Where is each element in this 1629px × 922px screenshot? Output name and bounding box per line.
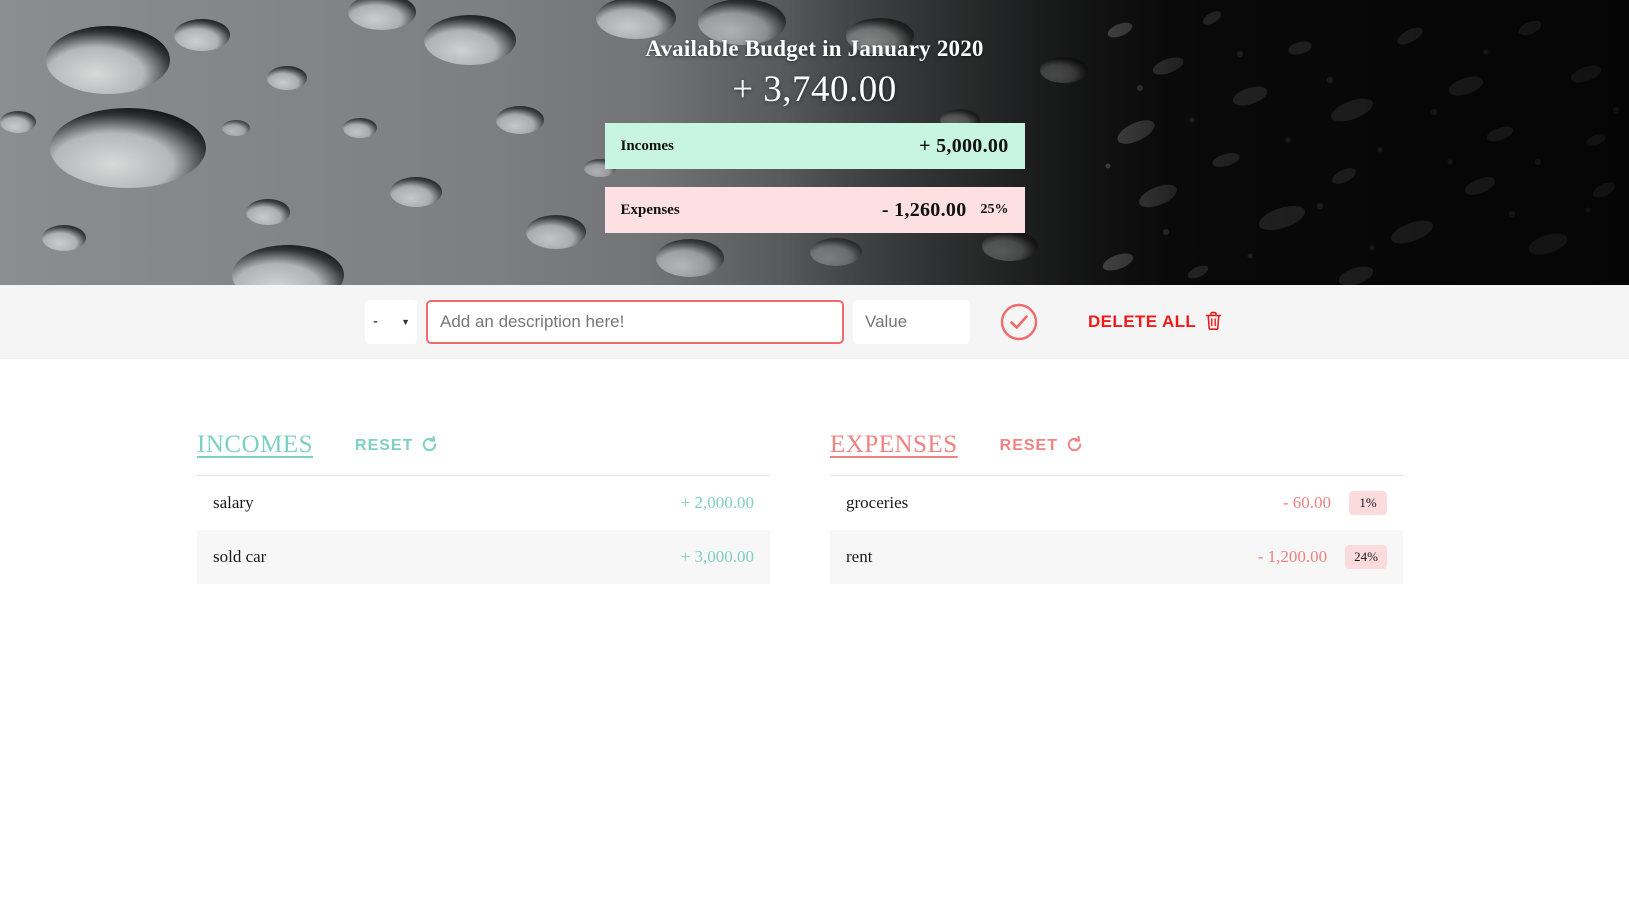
income-description: sold car [213, 547, 267, 566]
entry-type-select[interactable]: - [365, 299, 417, 344]
expenses-column: EXPENSES RESET groceries - 60.00 1% rent… [830, 431, 1403, 584]
income-value: + 3,000.00 [680, 547, 754, 566]
reset-incomes-button[interactable]: RESET [355, 435, 438, 456]
page-title: Available Budget in January 2020 [645, 36, 984, 61]
expenses-title: EXPENSES [830, 431, 958, 458]
budget-header: Available Budget in January 2020 + 3,740… [0, 0, 1629, 285]
expense-value: - 60.00 [1282, 493, 1331, 512]
trash-icon [1205, 311, 1222, 333]
incomes-column: INCOMES RESET salary + 2,000.00 sold car… [197, 431, 770, 584]
income-description: salary [213, 493, 254, 512]
check-circle-icon [999, 302, 1039, 342]
value-input[interactable] [853, 299, 970, 344]
table-row[interactable]: rent - 1,200.00 24% [830, 530, 1403, 584]
income-summary-label: Incomes [620, 137, 674, 154]
expense-percentage-badge: 1% [1349, 491, 1387, 515]
description-input[interactable] [426, 299, 844, 344]
income-value: + 2,000.00 [680, 493, 754, 512]
expense-summary-box: Expenses - 1,260.00 25% [604, 187, 1025, 233]
expense-percentage-badge: 24% [1345, 545, 1387, 569]
incomes-header: INCOMES RESET [197, 431, 770, 476]
reset-expenses-button[interactable]: RESET [999, 435, 1083, 456]
expense-description: groceries [846, 493, 909, 512]
table-row[interactable]: groceries - 60.00 1% [830, 476, 1403, 530]
entry-type-select-wrapper[interactable]: - ▼ [365, 299, 417, 344]
available-budget-value: + 3,740.00 [732, 69, 897, 110]
income-summary-value: + 5,000.00 [919, 134, 1009, 157]
expense-value: - 1,200.00 [1257, 547, 1328, 566]
incomes-title: INCOMES [197, 431, 314, 458]
expenses-header: EXPENSES RESET [830, 431, 1403, 476]
reset-incomes-label: RESET [355, 437, 414, 454]
submit-entry-button[interactable] [998, 301, 1040, 343]
expense-summary-value: - 1,260.00 [881, 198, 967, 221]
refresh-icon [1066, 435, 1083, 456]
expense-summary-percentage: 25% [980, 202, 1009, 217]
table-row[interactable]: sold car + 3,000.00 [197, 530, 770, 584]
delete-all-label: DELETE ALL [1088, 311, 1197, 331]
reset-expenses-label: RESET [999, 437, 1058, 454]
add-entry-toolbar: - ▼ DELETE ALL [0, 285, 1629, 359]
expense-description: rent [846, 547, 873, 566]
table-row[interactable]: salary + 2,000.00 [197, 476, 770, 530]
budget-summary-boxes: Incomes + 5,000.00 Expenses - 1,260.00 2… [604, 123, 1025, 233]
delete-all-button[interactable]: DELETE ALL [1088, 311, 1222, 333]
income-summary-box: Incomes + 5,000.00 [604, 123, 1025, 169]
entries-container: INCOMES RESET salary + 2,000.00 sold car… [0, 359, 1629, 584]
expense-summary-label: Expenses [620, 201, 680, 218]
refresh-icon [421, 435, 438, 456]
